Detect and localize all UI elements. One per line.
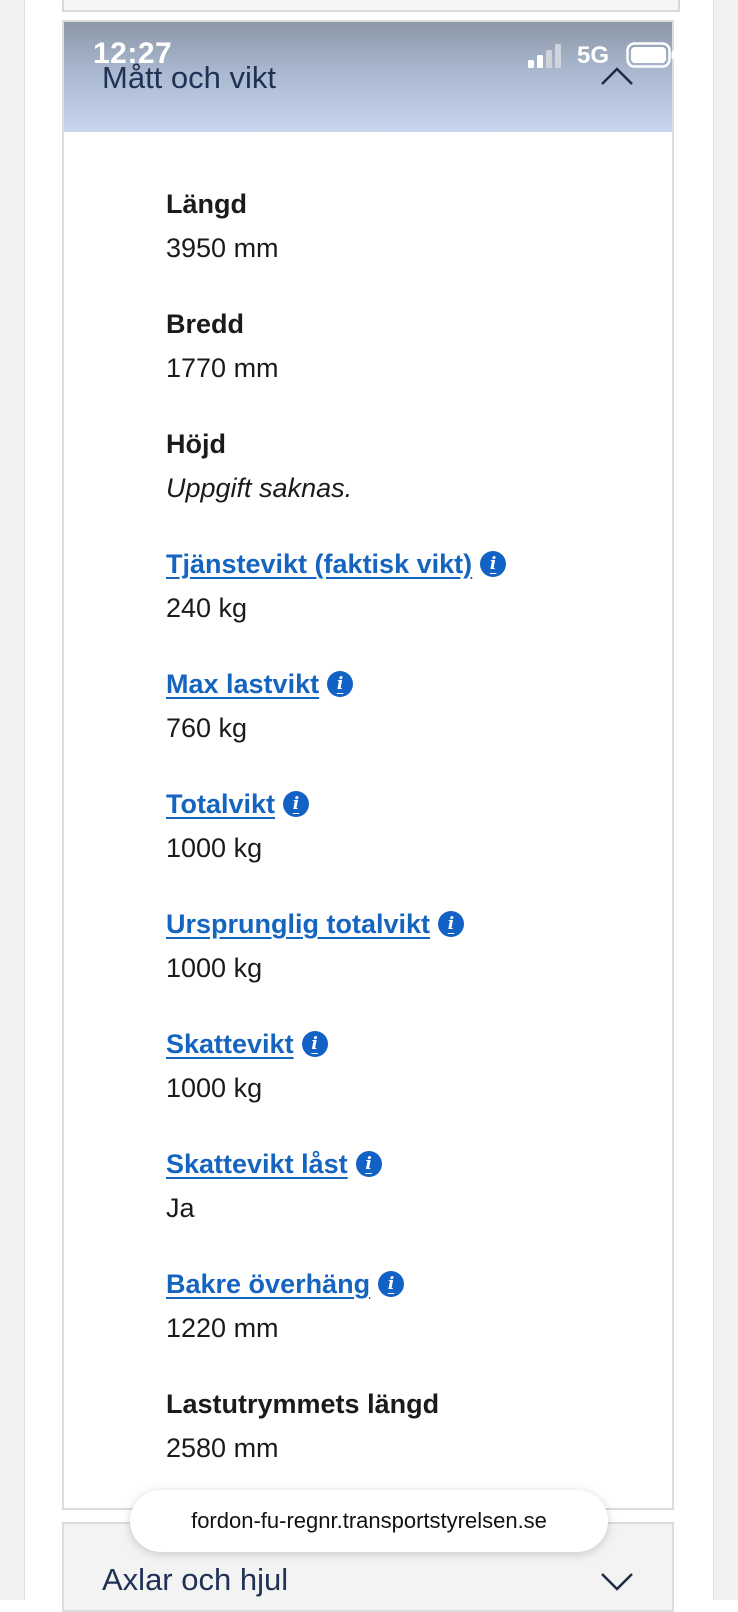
field-item: Längd 3950 mm xyxy=(166,184,726,304)
field-label: Höjd xyxy=(166,424,726,464)
field-value: 2580 mm xyxy=(166,1433,279,1463)
field-item: Skattevikt låst i Ja xyxy=(166,1144,726,1264)
field-label-text: Bredd xyxy=(166,309,245,339)
field-item: Lastutrymmets längd 2580 mm xyxy=(166,1384,726,1504)
field-value: 1220 mm xyxy=(166,1313,279,1343)
field-item: Höjd Uppgift saknas. xyxy=(166,424,726,544)
field-label-text[interactable]: Ursprunglig totalvikt xyxy=(166,904,430,944)
field-label-text: Lastutrymmets längd xyxy=(166,1389,440,1419)
field-item: Bredd 1770 mm xyxy=(166,304,726,424)
field-item: Ursprunglig totalvikt i 1000 kg xyxy=(166,904,726,1024)
field-value: 1000 kg xyxy=(166,953,263,983)
field-label-text[interactable]: Skattevikt låst xyxy=(166,1144,348,1184)
field-label: Lastutrymmets längd xyxy=(166,1384,726,1424)
section-card-matt-och-vikt: Mått och vikt Längd 3950 mm Bredd 1770 mm Hö… xyxy=(62,20,674,1510)
info-icon[interactable]: i xyxy=(480,551,507,577)
field-label-text[interactable]: Tjänstevikt (faktisk vikt) xyxy=(166,544,472,584)
field-value: 1000 kg xyxy=(166,1073,263,1103)
info-icon[interactable]: i xyxy=(355,1151,382,1177)
field-label-link[interactable]: Ursprunglig totalvikt i xyxy=(166,904,726,944)
field-label-link[interactable]: Tjänstevikt (faktisk vikt) i xyxy=(166,544,726,584)
field-label-link[interactable]: Max lastvikt i xyxy=(166,664,726,704)
field-value: 760 kg xyxy=(166,713,248,743)
chevron-down-icon[interactable] xyxy=(600,1572,634,1592)
field-label-text[interactable]: Totalvikt xyxy=(166,784,275,824)
section-title: Mått och vikt xyxy=(102,60,276,95)
field-value: Ja xyxy=(166,1193,195,1223)
info-icon[interactable]: i xyxy=(283,791,310,817)
browser-url-bar[interactable]: fordon-fu-regnr.transportstyrelsen.se xyxy=(130,1490,608,1552)
page-background-left xyxy=(0,0,25,1600)
field-value: 240 kg xyxy=(166,593,248,623)
field-value: 3950 mm xyxy=(166,233,279,263)
field-label-text: Höjd xyxy=(166,429,226,459)
info-icon[interactable]: i xyxy=(438,911,465,937)
field-label-text[interactable]: Bakre överhäng xyxy=(166,1264,370,1304)
info-icon[interactable]: i xyxy=(327,671,354,697)
info-icon[interactable]: i xyxy=(378,1271,405,1297)
info-icon[interactable]: i xyxy=(301,1031,328,1057)
field-label-link[interactable]: Bakre överhäng i xyxy=(166,1264,726,1304)
field-value: Uppgift saknas. xyxy=(166,473,353,503)
field-item: Tjänstevikt (faktisk vikt) i 240 kg xyxy=(166,544,726,664)
field-label-text[interactable]: Max lastvikt xyxy=(166,664,319,704)
field-value: 1770 mm xyxy=(166,353,279,383)
field-label-link[interactable]: Skattevikt låst i xyxy=(166,1144,726,1184)
field-label-text: Längd xyxy=(166,189,247,219)
field-value: 1000 kg xyxy=(166,833,263,863)
next-section-title: Axlar och hjul xyxy=(102,1562,289,1597)
field-item: Bakre överhäng i 1220 mm xyxy=(166,1264,726,1384)
field-label-link[interactable]: Totalvikt i xyxy=(166,784,726,824)
field-label-text[interactable]: Skattevikt xyxy=(166,1024,294,1064)
previous-section-card xyxy=(62,0,680,12)
field-item: Totalvikt i 1000 kg xyxy=(166,784,726,904)
field-item: Max lastvikt i 760 kg xyxy=(166,664,726,784)
section-header[interactable]: Mått och vikt xyxy=(64,22,672,132)
field-label-link[interactable]: Skattevikt i xyxy=(166,1024,726,1064)
field-label: Längd xyxy=(166,184,726,224)
field-list: Längd 3950 mm Bredd 1770 mm Höjd Uppgift sakn… xyxy=(166,184,726,1504)
chevron-up-icon[interactable] xyxy=(600,66,634,86)
field-label: Bredd xyxy=(166,304,726,344)
field-item: Skattevikt i 1000 kg xyxy=(166,1024,726,1144)
